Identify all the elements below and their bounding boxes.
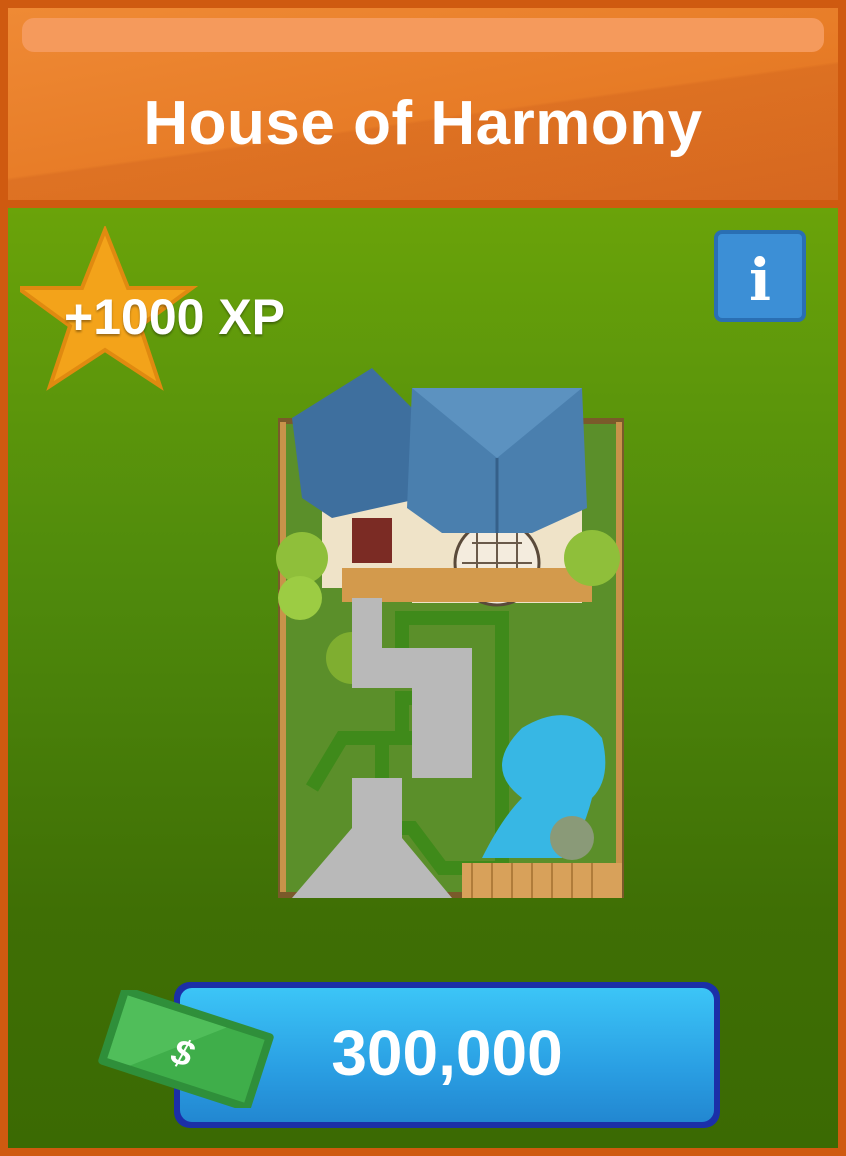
info-button[interactable]: i: [714, 230, 806, 322]
xp-reward-label: +1000 XP: [64, 289, 286, 345]
item-card: House of Harmony +1000 XP i 300,000 $: [0, 0, 846, 1156]
dollar-bill-icon: $: [98, 990, 274, 1108]
info-icon: i: [748, 246, 772, 314]
item-title: House of Harmony: [143, 89, 703, 158]
card-header: House of Harmony: [8, 8, 838, 200]
japanese-house-garden-icon: [276, 368, 624, 898]
